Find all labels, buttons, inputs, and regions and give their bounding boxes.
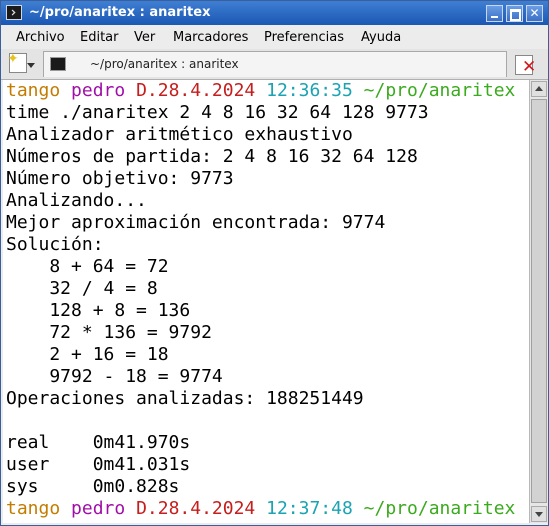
close-icon[interactable]: ✕ bbox=[526, 5, 543, 22]
output-line: Número objetivo: 9773 bbox=[6, 168, 234, 189]
output-line: Analizando... bbox=[6, 190, 147, 211]
output-line: sys 0m0.828s bbox=[6, 476, 180, 497]
tab-bar: ✦ ~/pro/anaritex : anaritex ✕ bbox=[1, 49, 548, 80]
menu-ver[interactable]: Ver bbox=[134, 30, 155, 45]
output-line: real 0m41.970s bbox=[6, 432, 191, 453]
output-line: 8 + 64 = 72 bbox=[6, 256, 169, 277]
output-line: 128 + 8 = 136 bbox=[6, 300, 191, 321]
menu-preferencias[interactable]: Preferencias bbox=[264, 30, 344, 45]
window-title: ~/pro/anaritex : anaritex bbox=[29, 5, 211, 20]
maximize-icon[interactable] bbox=[506, 5, 523, 22]
terminal-icon[interactable] bbox=[6, 5, 22, 20]
output-line: Mejor aproximación encontrada: 9774 bbox=[6, 212, 386, 233]
output-line: 2 + 16 = 18 bbox=[6, 344, 169, 365]
title-bar[interactable]: ~/pro/anaritex : anaritex ✕ bbox=[1, 1, 548, 25]
prompt-line: tango pedro D.28.4.2024 12:37:48 ~/pro/a… bbox=[6, 498, 516, 519]
close-tab-icon[interactable]: ✕ bbox=[513, 53, 539, 77]
terminal-icon bbox=[50, 57, 66, 71]
output-line: Analizador aritmético exhaustivo bbox=[6, 124, 353, 145]
output-line: time ./anaritex 2 4 8 16 32 64 128 9773 bbox=[6, 102, 429, 123]
tab-label: ~/pro/anaritex : anaritex bbox=[90, 57, 239, 71]
menu-archivo[interactable]: Archivo bbox=[16, 30, 65, 45]
menu-ayuda[interactable]: Ayuda bbox=[361, 30, 401, 45]
prompt-line: tango pedro D.28.4.2024 12:36:35 ~/pro/a… bbox=[6, 80, 516, 101]
terminal-output[interactable]: tango pedro D.28.4.2024 12:36:35 ~/pro/a… bbox=[3, 80, 529, 523]
output-line: Solución: bbox=[6, 234, 104, 255]
menu-editar[interactable]: Editar bbox=[80, 30, 119, 45]
output-line: 32 / 4 = 8 bbox=[6, 278, 158, 299]
menu-bar: Archivo Editar Ver Marcadores Preferenci… bbox=[1, 25, 548, 49]
output-line: user 0m41.031s bbox=[6, 454, 191, 475]
scroll-down-icon[interactable] bbox=[531, 506, 547, 522]
output-line: 9792 - 18 = 9774 bbox=[6, 366, 223, 387]
scroll-up-icon[interactable] bbox=[531, 81, 547, 97]
tab-terminal[interactable]: ~/pro/anaritex : anaritex bbox=[43, 51, 507, 77]
menu-marcadores[interactable]: Marcadores bbox=[173, 30, 248, 45]
new-tab-icon[interactable]: ✦ bbox=[5, 51, 35, 77]
terminal-window: ~/pro/anaritex : anaritex ✕ Archivo Edit… bbox=[0, 0, 549, 526]
output-line: Números de partida: 2 4 8 16 32 64 128 bbox=[6, 146, 418, 167]
minimize-icon[interactable] bbox=[486, 5, 503, 22]
vertical-scrollbar[interactable] bbox=[529, 80, 548, 523]
output-line: Operaciones analizadas: 188251449 bbox=[6, 388, 364, 409]
scrollbar-thumb[interactable] bbox=[531, 99, 547, 503]
output-line: 72 * 136 = 9792 bbox=[6, 322, 212, 343]
